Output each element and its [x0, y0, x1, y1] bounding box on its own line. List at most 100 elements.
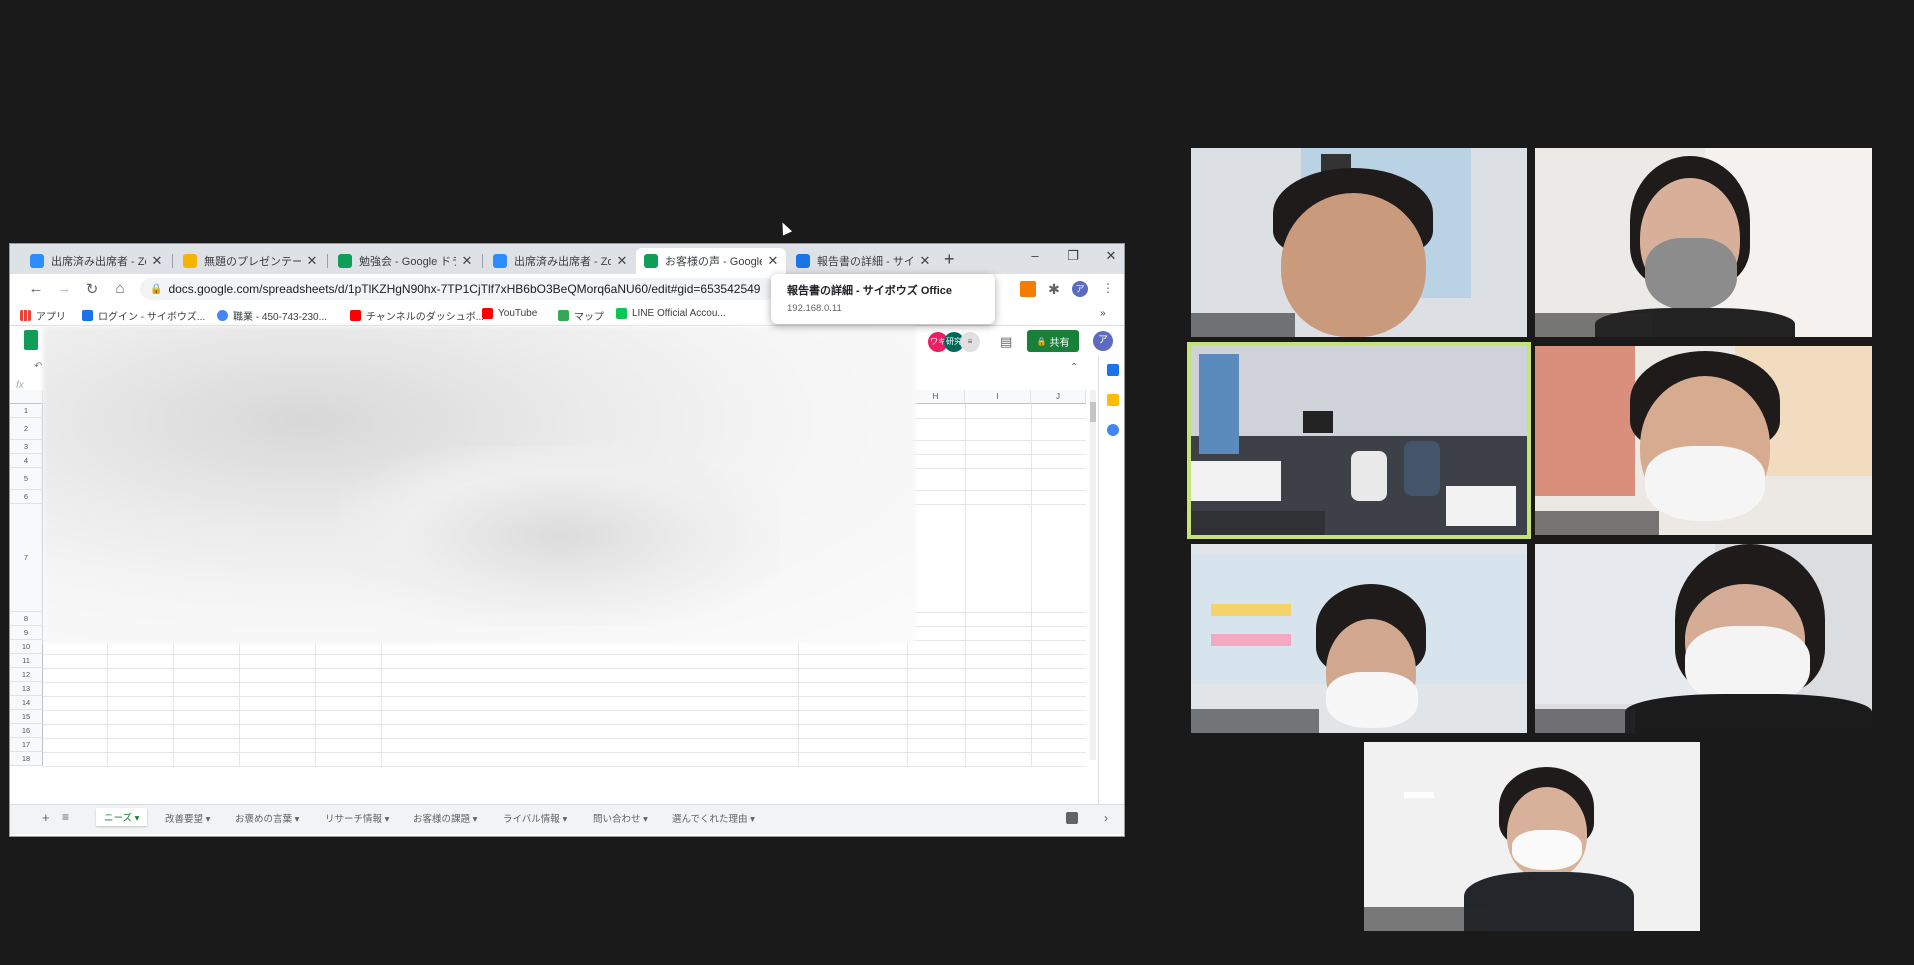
undo-icon[interactable]: ↶ — [34, 361, 42, 372]
tasks-icon[interactable] — [1107, 424, 1119, 436]
row-header[interactable]: 9 — [10, 626, 43, 640]
scrollbar-thumb[interactable] — [1090, 402, 1096, 422]
forward-icon[interactable]: → — [54, 280, 74, 297]
video-tile[interactable] — [1535, 346, 1872, 535]
activity-dashboard-icon[interactable]: ≡ — [960, 332, 980, 352]
sheet-tab-customer-issues[interactable]: お客様の課題 ▾ — [413, 811, 477, 825]
bookmark-label: ログイン - サイボウズ... — [98, 312, 206, 323]
minimize-icon[interactable]: – — [1020, 248, 1050, 263]
close-icon[interactable]: ✕ — [150, 253, 164, 269]
participant-nameplate — [1535, 511, 1659, 535]
bookmark-line[interactable]: LINE Official Accou... — [616, 308, 726, 319]
keep-icon[interactable] — [1107, 394, 1119, 406]
sheet-tab-reasons[interactable]: 選んでくれた理由 ▾ — [672, 811, 755, 825]
extensions-icon[interactable]: ✱ — [1046, 281, 1062, 297]
close-icon[interactable]: ✕ — [615, 253, 629, 269]
tab-cybozu-report[interactable]: 報告書の詳細 - サイボウズ ✕ — [788, 248, 938, 274]
address-bar[interactable]: 🔒 docs.google.com/spreadsheets/d/1pTlKZH… — [140, 278, 776, 300]
reload-icon[interactable]: ↻ — [82, 280, 102, 298]
tab-presentation[interactable]: 無題のプレゼンテーション ✕ — [175, 248, 325, 274]
select-all-corner[interactable] — [10, 390, 43, 404]
row-header[interactable]: 17 — [10, 738, 43, 752]
row-header[interactable]: 13 — [10, 682, 43, 696]
grid-line — [43, 654, 1086, 655]
close-icon[interactable]: ✕ — [305, 253, 319, 269]
sheet-tab-label: ライバル情報 — [503, 814, 560, 825]
comment-icon[interactable]: ▤ — [1000, 334, 1012, 350]
row-header[interactable]: 18 — [10, 752, 43, 766]
row-header[interactable]: 15 — [10, 710, 43, 724]
close-icon[interactable]: ✕ — [460, 253, 474, 269]
row-header[interactable]: 2 — [10, 418, 43, 440]
bookmark-youtube[interactable]: YouTube — [482, 308, 537, 319]
sheet-tab-improvement[interactable]: 改善要望 ▾ — [165, 811, 210, 825]
sheet-tab-needs[interactable]: ニーズ ▾ — [96, 808, 148, 826]
row-header[interactable]: 12 — [10, 668, 43, 682]
row-header[interactable]: 16 — [10, 724, 43, 738]
row-header[interactable]: 4 — [10, 454, 43, 468]
video-tile[interactable] — [1191, 148, 1527, 337]
row-header[interactable]: 14 — [10, 696, 43, 710]
sheet-tab-label: お褒めの言葉 — [235, 814, 293, 825]
new-tab-button[interactable]: + — [944, 249, 955, 270]
row-header[interactable]: 7 — [10, 504, 43, 612]
explore-icon[interactable] — [1066, 812, 1078, 824]
face-mask — [1645, 446, 1765, 521]
close-icon[interactable]: ✕ — [918, 253, 932, 269]
participant-face — [1281, 193, 1426, 337]
analytics-extension-icon[interactable] — [1020, 281, 1036, 297]
column-header-j[interactable]: J — [1031, 390, 1086, 404]
account-avatar[interactable]: ア — [1093, 331, 1113, 351]
bookmark-apps[interactable]: アプリ — [20, 308, 66, 323]
row-header[interactable]: 3 — [10, 440, 43, 454]
vertical-scrollbar[interactable] — [1090, 390, 1096, 760]
profile-avatar[interactable]: ア — [1072, 281, 1088, 297]
row-header[interactable]: 11 — [10, 654, 43, 668]
tab-drive[interactable]: 勉強会 - Google ドライブ ✕ — [330, 248, 480, 274]
chevron-right-icon[interactable]: › — [1104, 811, 1108, 825]
google-icon — [217, 310, 228, 321]
sheet-tab-inquiries[interactable]: 問い合わせ ▾ — [593, 811, 648, 825]
video-tile-active-speaker[interactable] — [1187, 342, 1531, 539]
calendar-icon[interactable] — [1107, 364, 1119, 376]
sheet-tab-praise[interactable]: お褒めの言葉 ▾ — [235, 811, 299, 825]
row-header[interactable]: 1 — [10, 404, 43, 418]
grid-line — [907, 504, 1086, 505]
bookmarks-overflow[interactable]: » — [1100, 308, 1106, 319]
person-seated — [1351, 451, 1387, 501]
row-header[interactable]: 5 — [10, 468, 43, 490]
sheet-tab-research[interactable]: リサーチ情報 ▾ — [325, 811, 389, 825]
sheet-tab-label: 改善要望 — [165, 814, 204, 825]
restore-icon[interactable]: ❐ — [1058, 248, 1088, 264]
tab-zoom-attendees-2[interactable]: 出席済み出席者 - Zoom ✕ — [485, 248, 635, 274]
tab-zoom-attendees-1[interactable]: 出席済み出席者 - Zoom ✕ — [22, 248, 170, 274]
row-header[interactable]: 8 — [10, 612, 43, 626]
drive-icon — [338, 254, 352, 268]
bookmark-channel-dashboard[interactable]: チャンネルのダッシュボ... — [350, 308, 484, 323]
sheet-tab-rivals[interactable]: ライバル情報 ▾ — [503, 811, 567, 825]
menu-icon[interactable]: ⋮ — [1100, 281, 1116, 297]
bookmark-maps[interactable]: マップ — [558, 308, 604, 323]
window-close-icon[interactable]: ✕ — [1096, 248, 1124, 264]
video-tile[interactable] — [1535, 148, 1872, 337]
bookmark-google[interactable]: 職業 - 450-743-230... — [217, 308, 327, 323]
collaborator-avatars: ワキ 研究 ≡ — [928, 332, 988, 354]
tab-customer-voice[interactable]: お客様の声 - Google ✕ — [636, 248, 786, 274]
side-panel — [1098, 356, 1124, 826]
video-tile[interactable] — [1364, 742, 1700, 931]
row-header[interactable]: 6 — [10, 490, 43, 504]
grid-line — [907, 490, 1086, 491]
video-tile[interactable] — [1535, 544, 1872, 733]
chevron-up-icon[interactable]: ⌃ — [1070, 362, 1078, 373]
video-tile[interactable] — [1191, 544, 1527, 733]
share-button[interactable]: 🔒 共有 — [1027, 330, 1079, 352]
column-header-i[interactable]: I — [965, 390, 1031, 404]
close-icon[interactable]: ✕ — [766, 253, 780, 269]
back-icon[interactable]: ← — [26, 280, 46, 297]
add-sheet-button[interactable]: + — [42, 810, 50, 825]
all-sheets-icon[interactable]: ≡ — [62, 810, 69, 824]
hover-card-title: 報告書の詳細 - サイボウズ Office — [787, 285, 953, 297]
bookmark-cybozu-login[interactable]: ログイン - サイボウズ... — [82, 308, 205, 323]
row-header[interactable]: 10 — [10, 640, 43, 654]
home-icon[interactable]: ⌂ — [110, 280, 130, 297]
